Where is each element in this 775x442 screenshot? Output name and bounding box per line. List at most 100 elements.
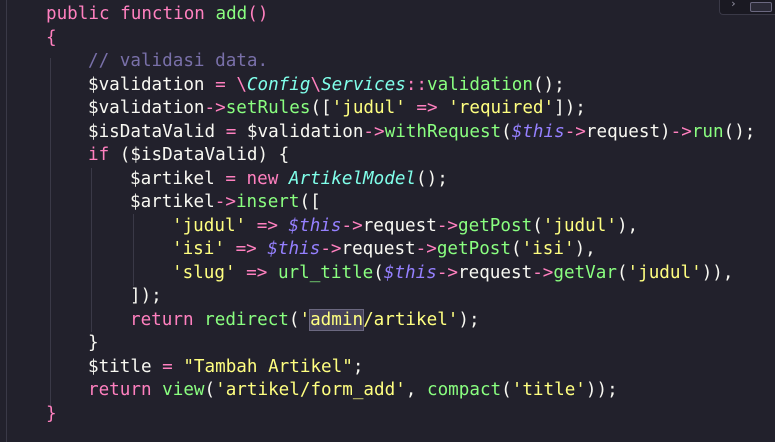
code-token: if [88,145,110,165]
code-line[interactable]: $isDataValid = $validation->withRequest (… [88,120,755,144]
code-token: insert [235,192,300,212]
panel-icon [750,2,772,12]
code-token: return [130,309,194,330]
code-token: => [246,262,268,283]
code-token: ([ [310,98,332,118]
code-token: -> [436,215,459,236]
code-token: )), [701,262,734,283]
code-token: compact [426,380,502,400]
code-token: ( [288,309,300,330]
code-token: :: [405,74,427,95]
code-token: view [162,380,205,400]
code-line[interactable]: return redirect('admin/artikel'); [130,308,480,332]
code-token: 'slug' [172,262,236,283]
code-token: 'title' [511,380,586,400]
code-token: () [247,4,269,24]
code-token: new [246,168,279,189]
code-token: validation [427,74,533,95]
code-token: ( [501,380,512,400]
code-token: $isDataValid [88,121,216,142]
code-token: $artikel [130,192,215,212]
code-token: $validation [246,121,364,142]
chevron-right-icon: › [730,0,737,10]
code-line[interactable]: 'isi' => $this->request->getPost('isi'), [172,237,596,261]
code-token: ([ [299,192,321,212]
code-token: $isDataValid [130,145,258,165]
code-editor[interactable]: public function add(){// validasi data. $… [0,0,775,442]
code-line[interactable]: return view('artikel/form_add', compact(… [88,378,618,402]
code-token: request [362,215,437,236]
code-token: $validation [88,74,205,95]
code-line[interactable]: $artikel->insert([ [130,190,321,214]
code-token: ); [458,309,480,330]
code-token: = [215,74,226,95]
code-line[interactable]: $title = "Tambah Artikel"; [88,355,363,379]
indent-guide [133,214,134,286]
code-line[interactable]: // validasi data. [88,49,268,73]
code-line[interactable]: { [46,26,57,50]
code-line[interactable]: ]); [130,284,162,308]
code-token: 'judul' [627,262,702,283]
code-token: } [88,333,99,353]
code-line[interactable]: } [46,402,57,426]
indent-guide [6,0,7,442]
code-token: ]); [554,98,586,118]
code-token: 'isi' [521,239,575,259]
code-token: -> [214,192,236,212]
code-line[interactable]: } [88,331,99,355]
code-token: 'judul' [331,98,406,118]
code-token: \ [310,74,322,95]
code-token: ), [616,215,639,236]
code-token: ArtikelModel [288,168,417,189]
code-token: ) [660,121,671,142]
code-token: ]); [130,286,162,306]
code-token: $this [383,262,437,283]
code-token: 'judul' [172,215,247,236]
code-token: )); [585,380,618,400]
code-token: = [225,121,237,142]
code-line[interactable]: $artikel = new ArtikelModel(); [130,167,448,191]
code-token: $this [511,121,565,142]
code-token: request [341,239,416,259]
code-line[interactable]: 'judul' => $this->request->getPost('judu… [172,214,638,238]
code-token: "Tambah Artikel" [183,356,353,377]
code-token: /artikel' [363,309,459,330]
code-token: ( [204,380,216,400]
code-token: request [458,262,533,283]
code-token: ( [532,215,543,236]
minimap-toggle[interactable]: › [719,0,775,15]
code-token: withRequest [384,121,502,142]
code-token: // validasi data. [88,51,269,71]
code-line[interactable]: 'slug' => url_title($this->request->getV… [172,261,733,285]
code-token: (); [723,121,756,142]
code-token: => [416,98,438,118]
code-token: -> [436,262,459,283]
code-token: run [691,121,724,142]
code-token: -> [341,215,363,236]
code-token: => [256,215,278,236]
code-token: ( [373,262,384,283]
code-line[interactable]: $validation->setRules(['judul' => 'requi… [88,96,586,120]
code-line[interactable]: if ($isDataValid) { [88,143,289,167]
code-token: = [162,356,173,377]
code-token: -> [363,121,385,142]
code-token: } [46,403,57,424]
code-line[interactable]: $validation = \Config\Services::validati… [88,73,565,97]
code-token: -> [415,239,437,259]
code-token: 'isi' [172,239,225,259]
code-token: (); [416,168,448,189]
indent-guide [50,58,51,406]
code-line[interactable]: public function add() [46,2,268,26]
code-token: 'artikel/form_add' [215,380,406,400]
code-token: = [225,168,236,189]
